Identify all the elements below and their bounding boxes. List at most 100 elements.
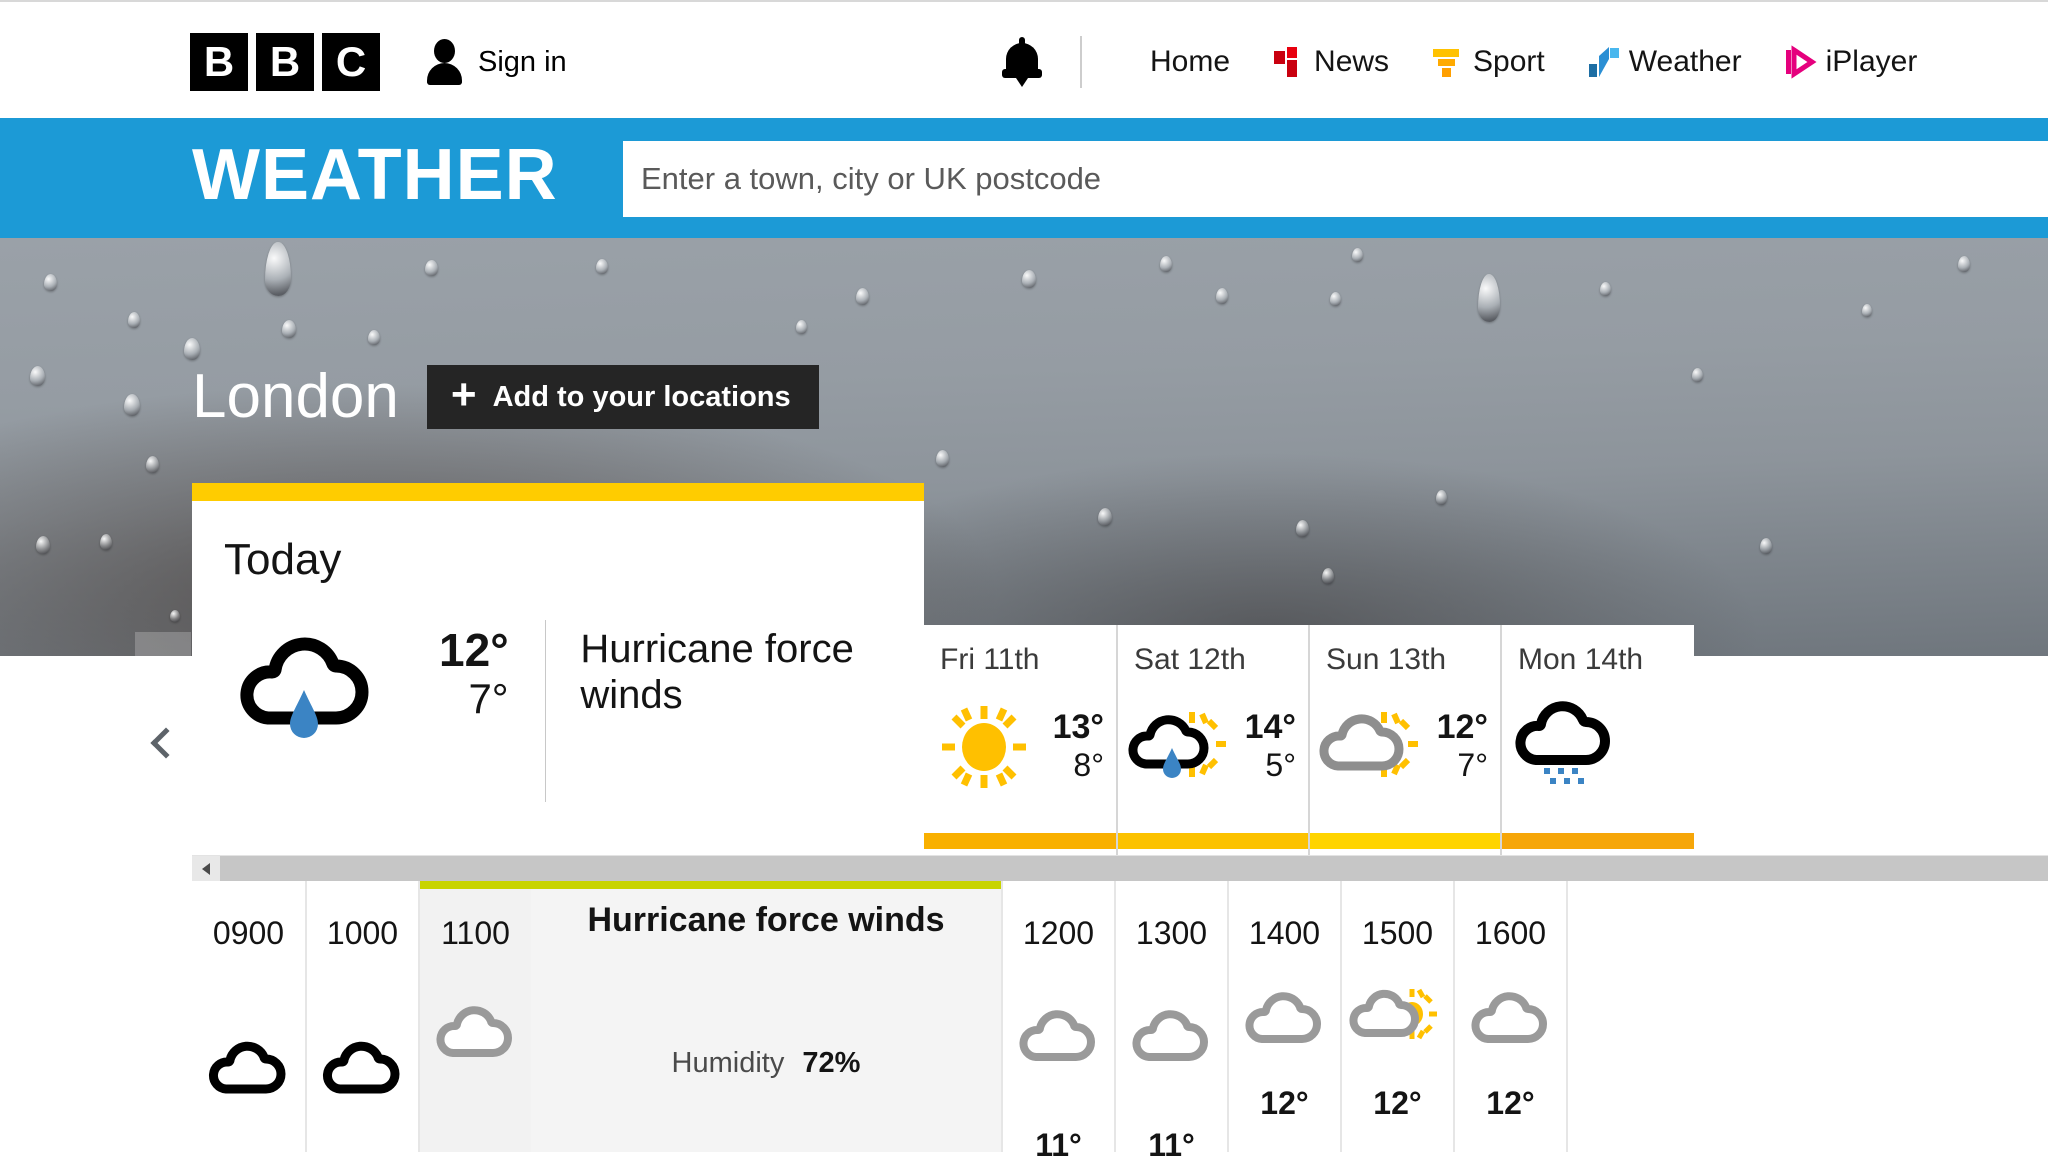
bell-icon	[1000, 37, 1044, 87]
sun-cloud-rain-icon	[1128, 704, 1230, 790]
nav-link-sport[interactable]: Sport	[1433, 45, 1545, 79]
service-links: Home News Sport Weather iPlayer	[1150, 2, 1961, 122]
today-label: Today	[224, 535, 342, 584]
today-low-temp: 7°	[468, 675, 509, 723]
bbc-logo-letter: B	[190, 33, 248, 91]
iplayer-icon	[1785, 45, 1817, 79]
hour-cell[interactable]: 1300 11°	[1114, 881, 1227, 1163]
cloud-rain-icon	[224, 626, 384, 738]
day-forecast-card[interactable]: Mon 14th	[1500, 625, 1694, 855]
hour-cell[interactable]: 1200 11°	[1001, 881, 1114, 1163]
add-to-locations-label: Add to your locations	[492, 380, 791, 413]
sun-cloud-grey-icon	[1349, 981, 1441, 1043]
forecast-previous-button[interactable]	[135, 632, 191, 854]
day-high-temp: 13°	[1052, 707, 1104, 746]
day-label: Sat 12th	[1134, 643, 1246, 676]
hour-cell[interactable]: 1400 12°	[1227, 881, 1340, 1152]
day-label: Fri 11th	[940, 643, 1040, 676]
bbc-logo[interactable]: B B C	[190, 33, 380, 91]
day-label: Mon 14th	[1518, 643, 1644, 676]
cloud-dark-icon	[322, 1033, 400, 1095]
hour-time: 1200	[1022, 915, 1095, 951]
location-header: London + Add to your locations	[192, 365, 819, 429]
bbc-top-navigation: B B C Sign in Home News Sport Weather iP…	[0, 0, 2048, 120]
sun-cloud-icon	[1319, 704, 1422, 790]
day-accent-bar	[1118, 833, 1308, 849]
day-low-temp: 7°	[1457, 746, 1488, 783]
person-icon	[424, 39, 464, 85]
hour-detail-accent-bar	[531, 881, 1001, 889]
today-forecast-card[interactable]: Today 12° 7° Hurricane force winds	[192, 483, 924, 855]
cloud-dark-icon	[208, 1033, 286, 1095]
hour-temp: 11°	[1148, 1127, 1195, 1163]
location-search[interactable]	[623, 141, 2048, 217]
hour-temp: 12°	[1373, 1085, 1422, 1121]
scroll-left-button[interactable]	[192, 856, 220, 882]
hour-time: 1000	[326, 915, 399, 951]
day-label: Sun 13th	[1326, 643, 1447, 676]
weather-wordmark[interactable]: WEATHER	[192, 139, 558, 211]
cloud-grey-icon	[436, 999, 513, 1061]
today-warning-text: Hurricane force winds	[580, 627, 854, 717]
sunny-icon	[936, 704, 1036, 790]
page-title: London	[192, 362, 399, 431]
hourly-scrollbar[interactable]	[192, 855, 2048, 882]
sport-icon	[1433, 49, 1460, 77]
today-high-temp: 12°	[439, 624, 509, 676]
today-divider	[544, 620, 547, 802]
day-high-temp: 12°	[1436, 707, 1488, 746]
hour-temp: 12°	[1260, 1085, 1309, 1121]
hour-time: 1400	[1248, 915, 1321, 951]
hour-time: 0900	[212, 915, 285, 951]
nav-link-label: iPlayer	[1825, 45, 1918, 78]
add-to-locations-button[interactable]: + Add to your locations	[426, 365, 819, 429]
chevron-left-icon	[150, 727, 182, 759]
hour-detail-title: Hurricane force winds	[587, 901, 945, 939]
day-accent-bar	[924, 833, 1116, 849]
hour-cell-selected[interactable]: 1100	[418, 881, 531, 1152]
hour-time: 1100	[441, 915, 510, 951]
sign-in-button[interactable]: Sign in	[424, 39, 567, 85]
bbc-logo-letter: B	[256, 33, 314, 91]
humidity-label: Humidity	[671, 1047, 785, 1079]
hour-time: 1500	[1361, 915, 1434, 951]
weather-icon	[1588, 47, 1619, 77]
news-icon	[1274, 47, 1298, 77]
hour-time: 1600	[1474, 915, 1547, 951]
day-accent-bar	[1310, 833, 1500, 849]
hour-detail-panel: Hurricane force winds Humidity 72%	[531, 881, 1001, 1152]
hour-cell[interactable]: 1600 12°	[1453, 881, 1566, 1152]
hour-cell[interactable]: 1500 12°	[1340, 881, 1453, 1152]
nav-divider	[1080, 36, 1082, 88]
nav-link-news[interactable]: News	[1274, 45, 1389, 79]
humidity-row: Humidity 72%	[531, 1047, 1001, 1080]
nav-link-label: Home	[1150, 45, 1231, 78]
nav-link-weather[interactable]: Weather	[1588, 45, 1742, 79]
hour-cell[interactable]: 0900	[192, 881, 305, 1152]
search-input[interactable]	[623, 161, 2048, 197]
day-low-temp: 5°	[1265, 746, 1296, 783]
today-accent-bar	[192, 483, 924, 501]
day-forecast-card[interactable]: Fri 11th 13° 8°	[924, 625, 1116, 855]
day-low-temp: 8°	[1073, 746, 1104, 783]
hour-cell[interactable]: 1000	[305, 881, 418, 1152]
nav-link-iplayer[interactable]: iPlayer	[1785, 45, 1918, 79]
nav-link-home[interactable]: Home	[1150, 45, 1230, 79]
triangle-left-icon	[202, 863, 210, 875]
cloud-drizzle-icon	[1514, 701, 1614, 790]
cloud-grey-icon	[1471, 985, 1548, 1047]
nav-link-label: News	[1314, 45, 1390, 78]
plus-icon: +	[450, 370, 477, 419]
hour-temp: 12°	[1486, 1085, 1535, 1121]
cloud-grey-icon	[1019, 1003, 1096, 1065]
cloud-grey-icon	[1132, 1003, 1209, 1065]
hour-temp: 11°	[1035, 1127, 1082, 1163]
cloud-grey-icon	[1245, 985, 1322, 1047]
day-forecast-card[interactable]: Sun 13th 12° 7°	[1308, 625, 1500, 855]
hourly-forecast-strip: 0900 1000 1100 Hurricane force winds Hum…	[192, 881, 2048, 1163]
day-forecast-card[interactable]: Sat 12th 14° 5°	[1116, 625, 1308, 855]
nav-link-label: Sport	[1473, 45, 1545, 78]
hour-time: 1300	[1135, 915, 1208, 951]
hour-cell[interactable]	[1566, 881, 1679, 1152]
notifications-button[interactable]	[1000, 2, 1082, 122]
